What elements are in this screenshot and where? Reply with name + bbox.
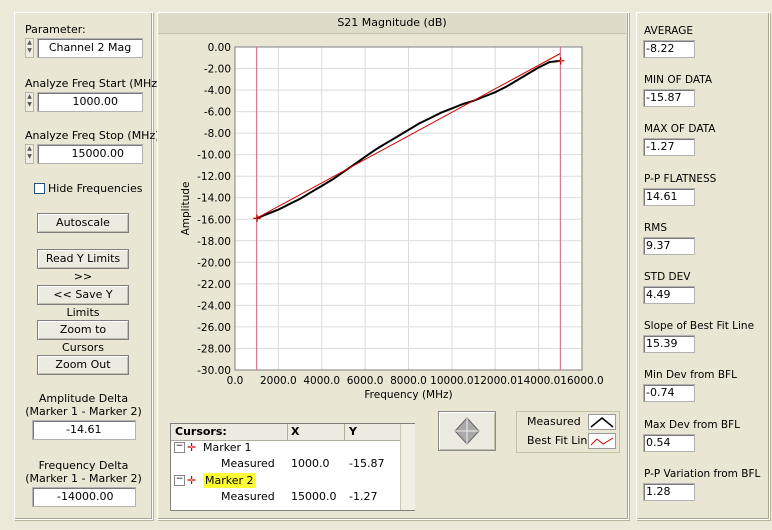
stat-value: 9.37 — [643, 236, 695, 255]
statistics-panel: AVERAGE -8.22 MIN OF DATA -15.87 MAX OF DATA… — [636, 12, 770, 520]
start-freq-label: Analyze Freq Start (MHz) — [25, 77, 162, 90]
stat-value: -1.27 — [643, 138, 695, 157]
marker1-collapse-icon[interactable]: − — [174, 442, 185, 453]
marker1-series: Measured — [221, 457, 275, 470]
stat-value: 4.49 — [643, 286, 695, 304]
stat-label: P-P FLATNESS — [644, 172, 717, 185]
stat-value: -8.22 — [643, 40, 695, 58]
marker1-x: 1000.0 — [291, 457, 330, 470]
x-tick-label: 16000.0 — [560, 375, 603, 387]
stat-value: 1.28 — [643, 482, 695, 501]
x-tick-label: 6000.0 — [347, 375, 384, 387]
zoom-out-button[interactable]: Zoom Out — [37, 355, 129, 375]
stat-label: Max Dev from BFL — [644, 418, 741, 431]
marker1-name[interactable]: Marker 1 — [203, 440, 252, 455]
marker1-point: ✛ — [253, 214, 262, 225]
stat-label: AVERAGE — [644, 25, 693, 37]
hide-frequencies-label: Hide Frequencies — [48, 182, 143, 195]
y-tick-label: -6.00 — [204, 107, 231, 119]
y-tick-label: -12.00 — [197, 171, 231, 183]
amplitude-delta-value: -14.61 — [32, 420, 136, 440]
x-tick-label: 0.0 — [227, 375, 244, 387]
parameter-label: Parameter: — [25, 23, 86, 36]
cursors-header-name: Cursors: — [175, 425, 227, 438]
x-tick-label: 2000.0 — [260, 375, 297, 387]
graph-title: S21 Magnitude (dB) — [158, 13, 626, 34]
stat-label: Min Dev from BFL — [644, 369, 737, 382]
cursors-table[interactable]: Cursors: X Y − ✛ Marker 1 Measured 1000.… — [170, 423, 415, 511]
stop-freq-input[interactable]: 15000.00 — [37, 144, 143, 164]
y-tick-label: -4.00 — [204, 85, 231, 97]
stat-value: -0.74 — [643, 384, 695, 403]
marker2-name[interactable]: Marker 2 — [203, 473, 256, 488]
marker2-point: ✛ — [556, 57, 565, 68]
marker2-y: -1.27 — [349, 490, 378, 503]
parameter-select[interactable]: Channel 2 Mag — [37, 38, 143, 58]
stat-label: MIN OF DATA — [644, 74, 713, 87]
marker2-series: Measured — [221, 490, 275, 503]
stat-value: 14.61 — [643, 187, 695, 206]
y-tick-label: -10.00 — [197, 150, 231, 162]
stat-value: 0.54 — [643, 433, 695, 452]
frequency-delta-value: -14000.00 — [32, 487, 136, 507]
y-tick-label: 0.00 — [208, 42, 231, 54]
marker1-y: -15.87 — [349, 457, 385, 470]
start-freq-input[interactable]: 1000.00 — [37, 92, 143, 112]
legend-bestfit-label: Best Fit Line — [527, 434, 595, 447]
plot-legend: Measured Best Fit Line — [516, 411, 620, 453]
y-tick-label: -22.00 — [197, 279, 231, 291]
x-tick-label: 14000.0 — [517, 375, 560, 387]
stop-freq-spinner[interactable]: ▲ ▼ — [25, 144, 34, 164]
x-tick-label: 8000.0 — [390, 375, 427, 387]
amplitude-delta-label: Amplitude Delta — [38, 392, 129, 405]
y-tick-label: -14.00 — [197, 193, 231, 205]
stat-label: MAX OF DATA — [644, 123, 716, 136]
start-freq-spinner[interactable]: ▲ ▼ — [25, 92, 34, 112]
y-tick-label: -26.00 — [197, 322, 231, 334]
frequency-delta-sublabel: (Marker 1 - Marker 2) — [25, 472, 142, 485]
cursors-header-y: Y — [349, 425, 357, 438]
y-tick-label: -28.00 — [197, 343, 231, 355]
graph-panel: S21 Magnitude (dB) 0.00 -2.00 -4.00 -6.00 -8… — [157, 12, 629, 520]
y-tick-label: -16.00 — [197, 214, 231, 226]
controls-panel: Parameter: ▲ ▼ Channel 2 Mag Analyze Freq… — [14, 12, 161, 520]
stat-label: STD DEV — [644, 271, 691, 283]
legend-bestfit-swatch[interactable] — [588, 433, 616, 449]
amplitude-delta-sublabel: (Marker 1 - Marker 2) — [25, 405, 142, 418]
stat-value: -15.87 — [643, 89, 695, 108]
zoom-to-cursors-button[interactable]: Zoom to Cursors — [37, 320, 129, 354]
legend-measured-swatch[interactable] — [588, 414, 616, 430]
stop-freq-label: Analyze Freq Stop (MHz) — [25, 129, 160, 142]
frequency-delta-label: Frequency Delta — [38, 459, 129, 472]
y-tick-label: -2.00 — [204, 64, 231, 76]
stat-value: 15.39 — [643, 335, 695, 354]
legend-measured-label: Measured — [527, 415, 581, 428]
stat-label: RMS — [644, 221, 668, 234]
hide-frequencies-checkbox[interactable] — [34, 183, 45, 194]
cursor-move-button[interactable] — [438, 411, 496, 451]
stat-label: Slope of Best Fit Line — [644, 320, 755, 333]
y-tick-label: -18.00 — [197, 236, 231, 248]
y-axis-label: Amplitude — [180, 182, 192, 236]
y-tick-label: -8.00 — [204, 128, 231, 140]
read-y-limits-button[interactable]: Read Y Limits >> — [37, 249, 129, 283]
s21-magnitude-chart[interactable]: 0.00 -2.00 -4.00 -6.00 -8.00 -10.00 -12.00 -14.… — [158, 33, 626, 419]
y-tick-label: -20.00 — [197, 257, 231, 269]
marker1-crosshair-icon: ✛ — [187, 441, 197, 454]
x-tick-label: 12000.0 — [474, 375, 517, 387]
cursors-scrollbar[interactable] — [400, 424, 415, 510]
y-tick-label: -24.00 — [197, 300, 231, 312]
marker2-collapse-icon[interactable]: − — [174, 475, 185, 486]
marker2-crosshair-icon: ✛ — [187, 474, 197, 487]
x-axis-label: Frequency (MHz) — [364, 389, 452, 401]
save-y-limits-button[interactable]: << Save Y Limits — [37, 285, 129, 319]
cursors-header-x: X — [291, 425, 300, 438]
parameter-spinner[interactable]: ▲ ▼ — [25, 38, 34, 58]
x-tick-label: 10000.0 — [430, 375, 473, 387]
autoscale-button[interactable]: Autoscale — [37, 213, 129, 233]
cursor-diamond-icon — [454, 417, 480, 445]
stat-label: P-P Variation from BFL — [644, 467, 761, 480]
x-tick-label: 4000.0 — [303, 375, 340, 387]
marker2-x: 15000.0 — [291, 490, 337, 503]
